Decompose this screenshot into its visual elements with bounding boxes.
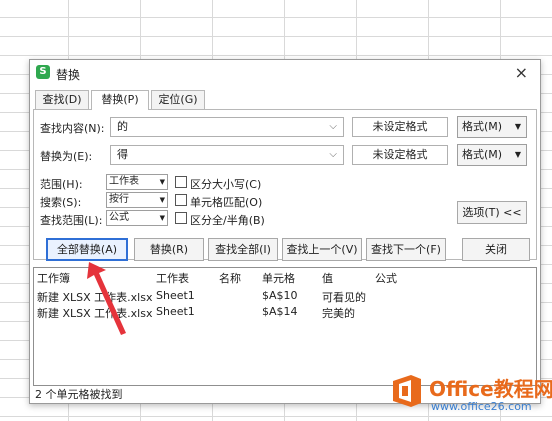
match-width-label: 区分全/半角(B) — [190, 214, 265, 227]
dropdown-arrow-icon: ▼ — [514, 150, 521, 159]
replace-label: 替换为(E): — [40, 150, 93, 163]
replace-input-value: 得 — [117, 148, 128, 161]
chevron-down-icon[interactable]: ⌵ — [329, 146, 337, 164]
tab-replace[interactable]: 替换(P) — [91, 90, 149, 110]
close-icon[interactable]: × — [515, 63, 528, 82]
dialog-titlebar: S 替换 × — [30, 60, 540, 86]
match-case-label: 区分大小写(C) — [190, 178, 262, 191]
column-header-sheet[interactable]: 工作表 — [156, 270, 189, 286]
tab-find[interactable]: 查找(D) — [35, 90, 89, 109]
tab-goto[interactable]: 定位(G) — [151, 90, 205, 109]
status-text: 2 个单元格被找到 — [35, 388, 123, 401]
find-format-button[interactable]: 格式(M) ▼ — [457, 116, 527, 138]
watermark-title: Office教程网 — [429, 377, 552, 401]
replace-format-status: 未设定格式 — [352, 145, 448, 165]
scope-label: 范围(H): — [40, 178, 83, 191]
dialog-title: 替换 — [56, 68, 81, 82]
search-label: 搜索(S): — [40, 196, 82, 209]
dropdown-arrow-icon: ▼ — [514, 122, 521, 131]
row-sheet: Sheet1 — [156, 289, 195, 302]
find-prev-button[interactable]: 查找上一个(V) — [282, 238, 362, 261]
row-workbook: 新建 XLSX 工作表.xlsx — [37, 291, 153, 304]
scope-select-value: 工作表 — [109, 176, 139, 187]
lookin-select-value: 公式 — [109, 212, 129, 223]
close-button[interactable]: 关闭 — [462, 238, 530, 261]
row-workbook: 新建 XLSX 工作表.xlsx — [37, 307, 153, 320]
row-cell: $A$10 — [262, 289, 298, 302]
find-next-button[interactable]: 查找下一个(F) — [366, 238, 446, 261]
results-list[interactable]: 工作簿 工作表 名称 单元格 值 公式 新建 XLSX 工作表.xlsx She… — [33, 267, 537, 386]
find-input-value: 的 — [117, 120, 128, 133]
column-header-value[interactable]: 值 — [322, 270, 333, 286]
replace-dialog: S 替换 × 查找(D) 替换(P) 定位(G) 查找内容(N): 的 ⌵ 未设… — [29, 59, 541, 404]
row-sheet: Sheet1 — [156, 305, 195, 318]
watermark: Office教程网 www.office26.com — [385, 371, 552, 421]
office-logo-icon — [393, 375, 421, 407]
match-cell-label: 单元格匹配(O) — [190, 196, 263, 209]
match-width-checkbox[interactable] — [175, 212, 187, 224]
search-order-select[interactable]: 按行 ▼ — [106, 192, 168, 208]
match-cell-checkbox[interactable] — [175, 194, 187, 206]
search-order-value: 按行 — [109, 194, 129, 205]
replace-input[interactable]: 得 ⌵ — [110, 145, 344, 165]
column-header-name[interactable]: 名称 — [219, 270, 241, 286]
find-format-button-label: 格式(M) — [462, 120, 503, 133]
replace-format-button-label: 格式(M) — [462, 148, 503, 161]
dropdown-arrow-icon: ▼ — [159, 214, 165, 222]
dropdown-arrow-icon: ▼ — [159, 196, 165, 204]
row-value: 可看见的 — [322, 291, 366, 304]
row-cell: $A$14 — [262, 305, 298, 318]
column-header-cell[interactable]: 单元格 — [262, 270, 295, 286]
find-label: 查找内容(N): — [40, 122, 105, 135]
column-header-workbook[interactable]: 工作簿 — [37, 270, 70, 286]
find-input[interactable]: 的 ⌵ — [110, 117, 344, 137]
replace-all-button[interactable]: 全部替换(A) — [46, 238, 128, 261]
dropdown-arrow-icon: ▼ — [159, 178, 165, 186]
watermark-url: www.office26.com — [431, 400, 532, 413]
wps-spreadsheet-icon: S — [36, 65, 50, 79]
lookin-select[interactable]: 公式 ▼ — [106, 210, 168, 226]
lookin-label: 查找范围(L): — [40, 214, 103, 227]
row-value: 完美的 — [322, 307, 355, 320]
match-case-checkbox[interactable] — [175, 176, 187, 188]
chevron-down-icon[interactable]: ⌵ — [329, 118, 337, 136]
options-toggle-button[interactable]: 选项(T) << — [457, 201, 527, 224]
find-format-status: 未设定格式 — [352, 117, 448, 137]
find-all-button[interactable]: 查找全部(I) — [208, 238, 278, 261]
scope-select[interactable]: 工作表 ▼ — [106, 174, 168, 190]
column-header-formula[interactable]: 公式 — [375, 270, 397, 286]
replace-button[interactable]: 替换(R) — [134, 238, 204, 261]
replace-format-button[interactable]: 格式(M) ▼ — [457, 144, 527, 166]
